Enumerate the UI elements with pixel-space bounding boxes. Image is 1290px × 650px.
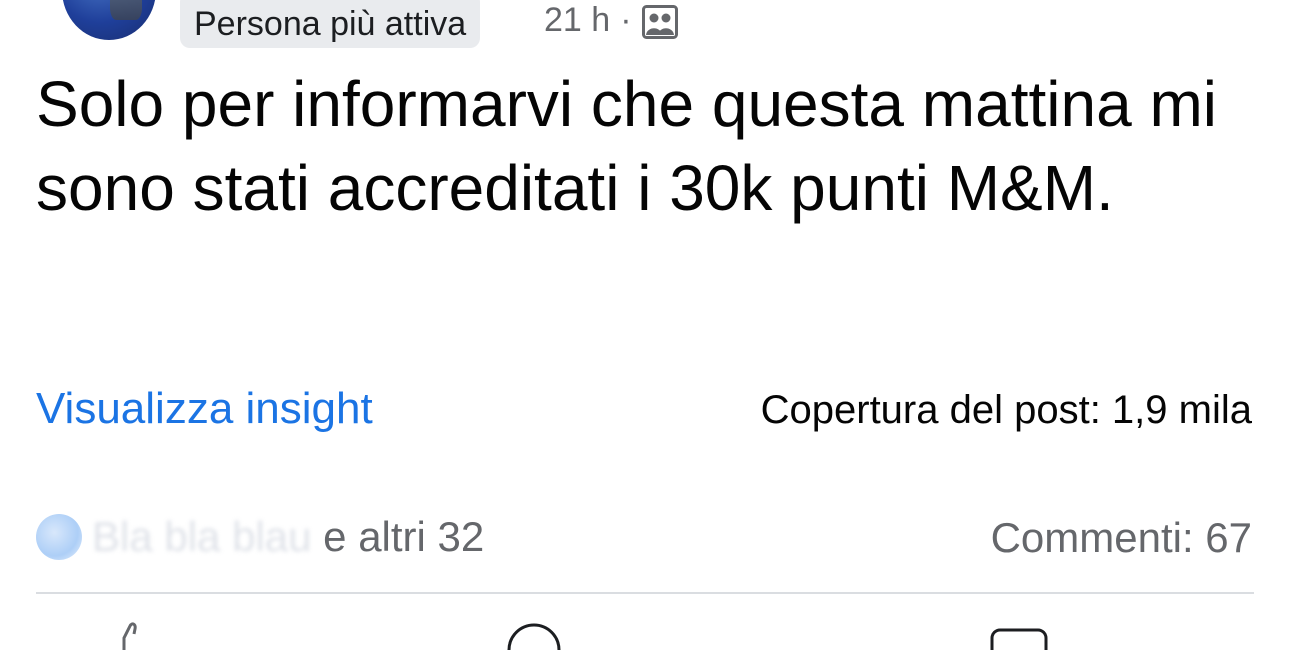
post-text: Solo per informarvi che questa mattina m…: [36, 68, 1217, 224]
view-insights-link[interactable]: Visualizza insight: [36, 384, 373, 434]
avatar-photo-detail: [110, 0, 142, 20]
like-reaction-icon: [36, 514, 82, 560]
post-time[interactable]: 21 h: [544, 1, 610, 40]
reactors-text: Bla bla blau e altri 32: [92, 513, 484, 561]
divider: [36, 592, 1254, 594]
post-reach: Copertura del post: 1,9 mila: [760, 388, 1252, 432]
group-icon[interactable]: [641, 5, 678, 39]
avatar[interactable]: [62, 0, 156, 40]
meta-separator: ·: [620, 0, 632, 39]
top-contributor-badge[interactable]: Persona più attiva: [180, 0, 481, 48]
reactors-names-hidden: Bla bla blau: [92, 513, 312, 560]
comment-icon[interactable]: [504, 620, 564, 650]
comments-count[interactable]: Commenti: 67: [991, 514, 1252, 562]
share-icon[interactable]: [988, 620, 1048, 650]
badge-label: Persona più attiva: [194, 5, 467, 43]
reactors-others: e altri 32: [311, 513, 485, 560]
reactions-summary[interactable]: Bla bla blau e altri 32: [36, 512, 484, 562]
like-icon[interactable]: [110, 620, 170, 650]
post-meta: 21 h ·: [544, 0, 678, 40]
